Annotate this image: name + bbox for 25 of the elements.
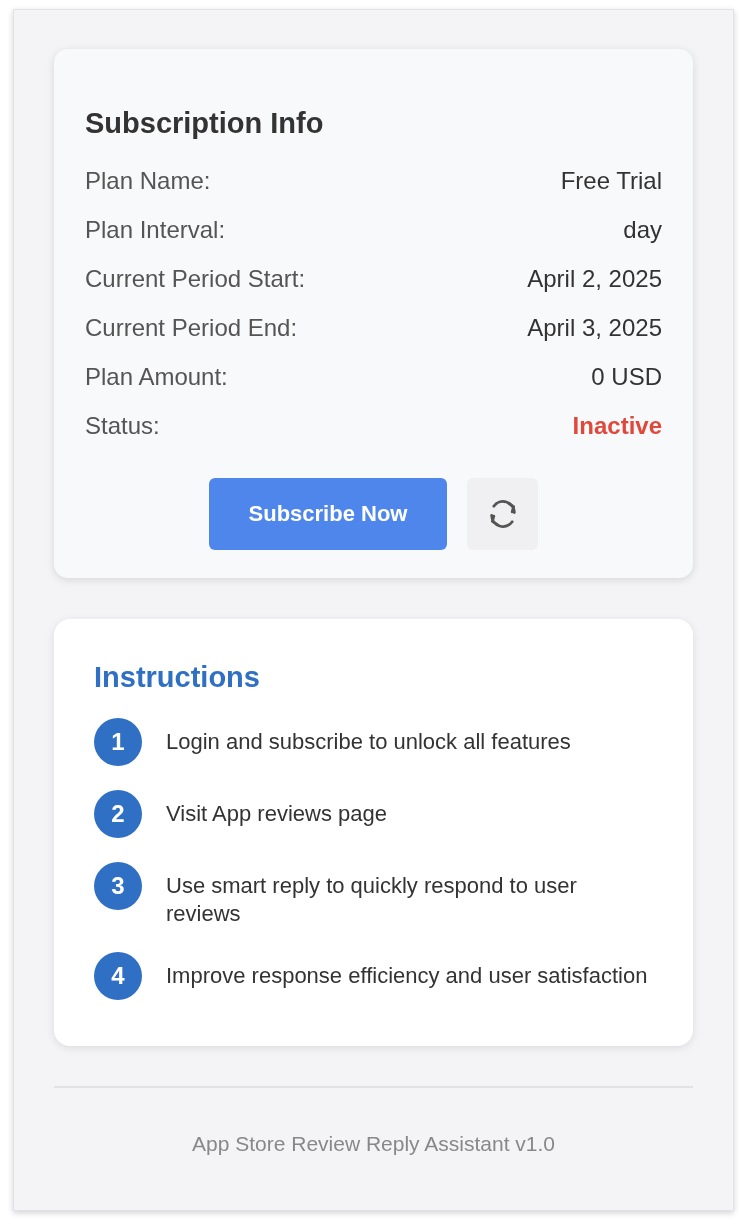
step-text: Improve response efficiency and user satisfaction (166, 962, 648, 990)
field-label: Current Period Start: (85, 264, 306, 293)
field-label: Plan Amount: (85, 362, 228, 391)
step-number: 2 (94, 790, 142, 838)
step-text: Visit App reviews page (166, 800, 387, 828)
field-value: Free Trial (560, 166, 662, 195)
step-text: Login and subscribe to unlock all features (166, 728, 571, 756)
step-text: Use smart reply to quickly respond to user reviews (166, 872, 578, 928)
step-number: 3 (94, 862, 142, 910)
field-value: April 3, 2025 (527, 313, 662, 342)
step-number: 1 (94, 718, 142, 766)
status-value: Inactive (572, 411, 662, 440)
card-title: Subscription Info (85, 107, 325, 140)
subscribe-button[interactable]: Subscribe Now (209, 478, 447, 550)
footer-text: App Store Review Reply Assistant v1.0 (192, 1132, 555, 1155)
step-number: 4 (94, 952, 142, 1000)
field-label: Plan Interval: (85, 215, 226, 244)
field-value: 0 USD (591, 362, 662, 391)
field-label: Status: (85, 411, 160, 440)
field-label: Plan Name: (85, 166, 211, 195)
field-value: day (623, 215, 662, 244)
card-title: Instructions (94, 661, 261, 694)
refresh-button[interactable] (467, 478, 538, 550)
field-value: April 2, 2025 (527, 264, 662, 293)
field-label: Current Period End: (85, 313, 298, 342)
